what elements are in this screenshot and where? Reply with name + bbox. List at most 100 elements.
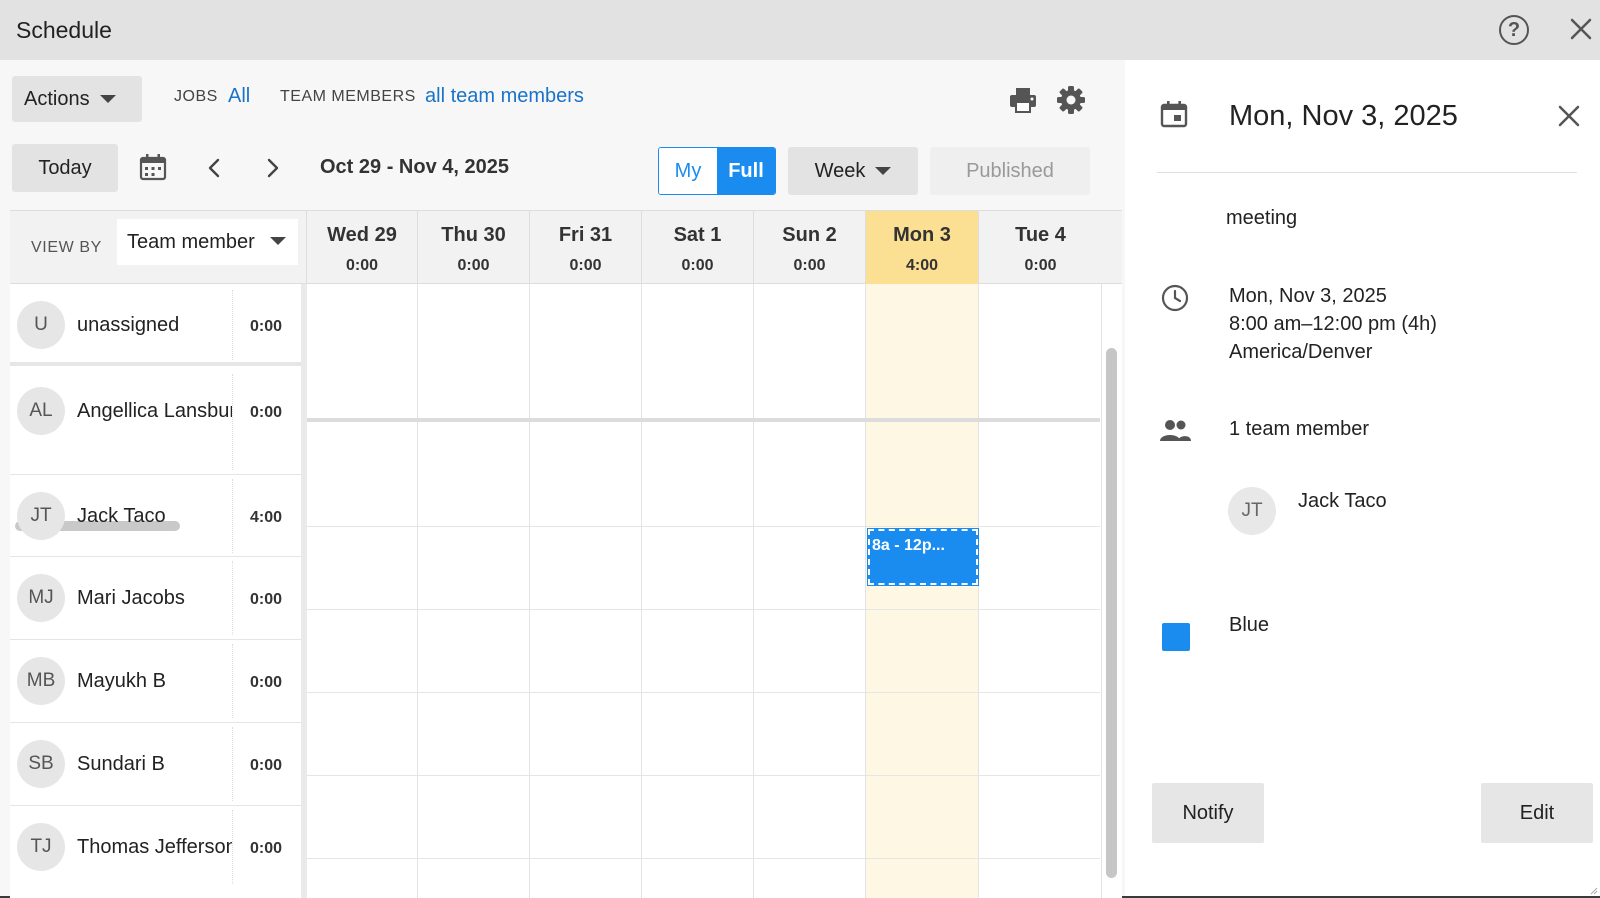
period-dropdown[interactable]: Week	[788, 147, 918, 195]
member-row[interactable]: JT Jack Taco 4:00	[10, 474, 301, 556]
today-button[interactable]: Today	[12, 144, 118, 192]
day-header-fri[interactable]: Fri 31 0:00	[529, 211, 641, 284]
member-hours: 0:00	[250, 404, 283, 421]
vertical-scrollbar[interactable]	[1106, 348, 1117, 878]
shift-event[interactable]: 8a - 12p...	[867, 528, 979, 586]
avatar: TJ	[17, 823, 65, 871]
panel-divider	[1157, 172, 1577, 173]
day-header-thu[interactable]: Thu 30 0:00	[417, 211, 529, 284]
day-name: Wed 29	[327, 224, 397, 246]
close-window-icon[interactable]	[1566, 14, 1596, 44]
view-by-select[interactable]: Team member	[117, 219, 298, 265]
day-column[interactable]	[641, 284, 753, 898]
day-column[interactable]	[417, 284, 529, 898]
member-row-unassigned[interactable]: U unassigned 0:00	[10, 284, 301, 366]
event-date: Mon, Nov 3, 2025	[1229, 285, 1387, 307]
chevron-down-icon	[875, 167, 892, 175]
date-range: Oct 29 - Nov 4, 2025	[320, 156, 509, 178]
member-row[interactable]: SB Sundari B 0:00	[10, 722, 301, 805]
day-column[interactable]	[529, 284, 641, 898]
color-swatch	[1162, 623, 1190, 651]
team-members-filter-label: TEAM MEMBERS	[280, 88, 416, 105]
day-column[interactable]	[306, 284, 417, 898]
member-hours: 0:00	[250, 674, 283, 691]
title-bar: Schedule ?	[0, 0, 1600, 60]
day-hours: 0:00	[793, 257, 826, 274]
member-list: U unassigned 0:00 AL Angellica Lansbury …	[10, 284, 307, 898]
view-by-label: VIEW BY	[31, 239, 102, 256]
day-column[interactable]	[753, 284, 865, 898]
day-header-sun[interactable]: Sun 2 0:00	[753, 211, 865, 284]
day-name: Thu 30	[441, 224, 506, 246]
day-hours: 0:00	[681, 257, 714, 274]
day-name: Fri 31	[558, 224, 613, 246]
assigned-member-name: Jack Taco	[1298, 490, 1387, 512]
team-members-filter-link[interactable]: all team members	[425, 85, 584, 108]
day-hours: 0:00	[345, 257, 379, 274]
divider	[232, 810, 233, 884]
people-icon	[1160, 420, 1191, 441]
avatar: MJ	[17, 574, 65, 622]
day-name: Sun 2	[782, 224, 837, 246]
day-hours: 0:00	[457, 257, 490, 274]
day-header-sat[interactable]: Sat 1 0:00	[641, 211, 753, 284]
window-title: Schedule	[16, 16, 112, 43]
member-hours: 4:00	[250, 509, 283, 526]
avatar: U	[17, 301, 65, 349]
team-count: 1 team member	[1229, 418, 1370, 440]
divider	[232, 644, 233, 718]
my-full-toggle: My Full	[658, 147, 776, 195]
help-icon[interactable]: ?	[1499, 15, 1529, 45]
period-label: Week	[814, 159, 866, 182]
day-header-tue[interactable]: Tue 4 0:00	[978, 211, 1102, 284]
calendar-picker-icon[interactable]	[138, 152, 168, 182]
print-icon[interactable]	[1007, 84, 1039, 116]
member-row[interactable]: AL Angellica Lansbury 0:00	[10, 370, 301, 474]
published-button[interactable]: Published	[930, 147, 1090, 195]
day-name: Sat 1	[673, 224, 722, 246]
member-hours: 0:00	[250, 318, 283, 335]
chevron-down-icon	[270, 237, 286, 245]
next-week-icon[interactable]	[263, 156, 283, 180]
day-hours: 0:00	[1024, 257, 1057, 274]
member-row[interactable]: TJ Thomas Jefferson 0:00	[10, 805, 301, 888]
day-hours: 4:00	[905, 257, 939, 274]
grid-header-row: VIEW BY Team member Wed 29 0:00 Thu 30 0…	[10, 211, 1122, 284]
member-name: Jack Taco	[77, 505, 166, 527]
actions-dropdown[interactable]: Actions	[12, 76, 142, 122]
avatar: JT	[1228, 487, 1276, 535]
my-schedule-option[interactable]: My	[659, 148, 717, 194]
day-column-today[interactable]	[865, 284, 978, 898]
member-name: Mari Jacobs	[77, 587, 185, 609]
member-name: Sundari B	[77, 753, 165, 775]
divider	[232, 374, 233, 470]
event-title: meeting	[1226, 207, 1298, 229]
member-name: Mayukh B	[77, 670, 166, 692]
full-schedule-option[interactable]: Full	[717, 148, 775, 194]
edit-button[interactable]: Edit	[1481, 783, 1593, 843]
clock-icon	[1161, 284, 1189, 312]
day-column[interactable]	[978, 284, 1102, 898]
resize-grip-icon[interactable]	[1588, 885, 1598, 895]
member-row[interactable]: MJ Mari Jacobs 0:00	[10, 556, 301, 639]
schedule-window: Schedule ? Actions JOBS All TEAM MEMBERS…	[0, 0, 1600, 898]
jobs-filter-link[interactable]: All	[228, 85, 250, 108]
today-label: Today	[38, 156, 92, 179]
notify-button[interactable]: Notify	[1152, 783, 1264, 843]
schedule-grid: VIEW BY Team member Wed 29 0:00 Thu 30 0…	[10, 210, 1122, 898]
avatar: AL	[17, 387, 65, 435]
calendar-icon	[1160, 101, 1188, 128]
day-header-wed[interactable]: Wed 29 0:00	[306, 211, 417, 284]
avatar: MB	[17, 657, 65, 705]
member-name: Angellica Lansbury	[77, 400, 232, 422]
gear-icon[interactable]	[1055, 84, 1087, 116]
day-header-mon[interactable]: Mon 3 4:00	[865, 211, 978, 284]
close-panel-icon[interactable]	[1555, 102, 1583, 130]
actions-label: Actions	[24, 87, 90, 110]
day-hours: 0:00	[569, 257, 602, 274]
chevron-down-icon	[99, 95, 116, 103]
previous-week-icon[interactable]	[204, 156, 224, 180]
view-by-value: Team member	[127, 230, 255, 253]
avatar: SB	[17, 740, 65, 788]
member-row[interactable]: MB Mayukh B 0:00	[10, 639, 301, 722]
